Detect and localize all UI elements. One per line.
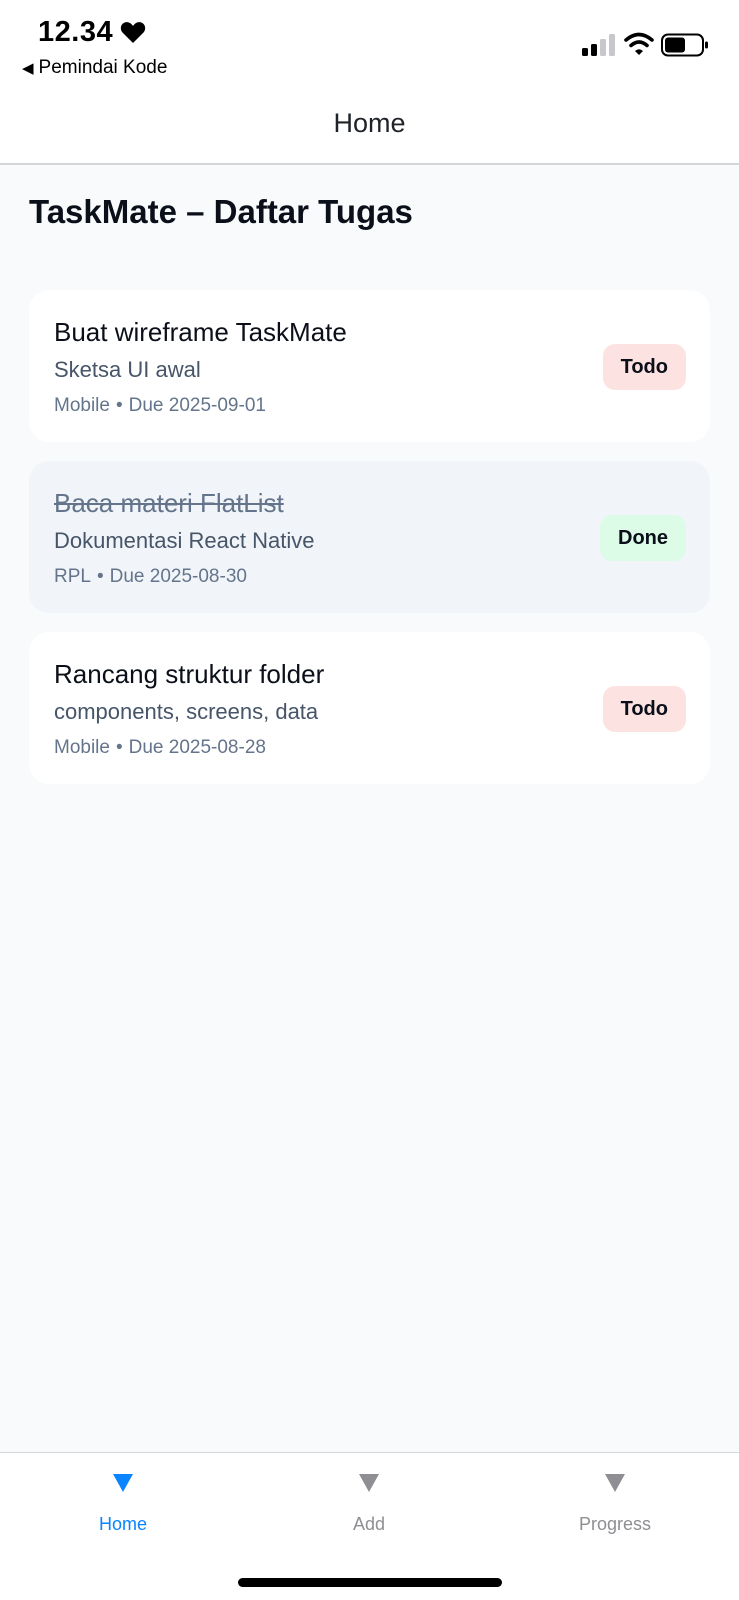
task-card[interactable]: Baca materi FlatList Dokumentasi React N… (29, 461, 710, 613)
tab-add[interactable]: Add (246, 1453, 492, 1553)
task-description: components, screens, data (54, 699, 319, 724)
task-meta: RPL • Due 2025-08-30 (54, 566, 247, 588)
nav-title: Home (333, 108, 406, 138)
task-category: Mobile (54, 395, 110, 416)
meta-separator: • (115, 737, 123, 758)
back-triangle-icon: ◀ (22, 60, 34, 77)
status-badge[interactable]: Todo (602, 686, 686, 732)
battery-icon (661, 33, 708, 57)
task-description: Dokumentasi React Native (54, 528, 315, 553)
task-category: Mobile (54, 737, 110, 758)
task-due: Due 2025-08-28 (128, 737, 266, 758)
triangle-down-icon (113, 1474, 133, 1492)
meta-separator: • (96, 566, 104, 587)
triangle-down-icon (359, 1474, 379, 1492)
tab-progress[interactable]: Progress (492, 1453, 738, 1553)
tab-label: Home (98, 1514, 147, 1534)
heart-icon (120, 22, 146, 43)
triangle-down-icon (605, 1474, 625, 1492)
tab-label: Progress (578, 1514, 652, 1534)
task-category: RPL (54, 566, 91, 587)
task-meta: Mobile • Due 2025-09-01 (54, 395, 266, 417)
status-badge[interactable]: Done (600, 515, 686, 561)
task-meta: Mobile • Due 2025-08-28 (54, 737, 266, 759)
task-description: Sketsa UI awal (54, 357, 201, 382)
task-due: Due 2025-08-30 (109, 566, 247, 587)
task-card[interactable]: Buat wireframe TaskMate Sketsa UI awal M… (29, 290, 710, 442)
status-bar: 12.34 ◀ Pemindai Kode (0, 0, 739, 86)
tab-label: Add (352, 1514, 386, 1534)
task-title: Baca materi FlatList (54, 488, 284, 518)
page-title: TaskMate – Daftar Tugas (29, 193, 413, 230)
back-to-app-link[interactable]: ◀ Pemindai Kode (22, 57, 167, 79)
nav-header: Home (0, 86, 739, 165)
wifi-icon (624, 32, 654, 55)
signal-icon (582, 34, 615, 56)
task-title: Buat wireframe TaskMate (54, 317, 347, 347)
status-time: 12.34 (38, 16, 114, 48)
tab-home[interactable]: Home (0, 1453, 246, 1553)
screen: 12.34 ◀ Pemindai Kode Home TaskMate – Daf… (0, 0, 739, 1600)
task-title: Rancang struktur folder (54, 659, 325, 689)
task-card[interactable]: Rancang struktur folder components, scre… (29, 632, 710, 784)
status-badge[interactable]: Todo (602, 344, 686, 390)
task-due: Due 2025-09-01 (128, 395, 266, 416)
home-indicator[interactable] (238, 1578, 502, 1587)
back-app-label: Pemindai Kode (38, 57, 168, 78)
meta-separator: • (115, 395, 123, 416)
